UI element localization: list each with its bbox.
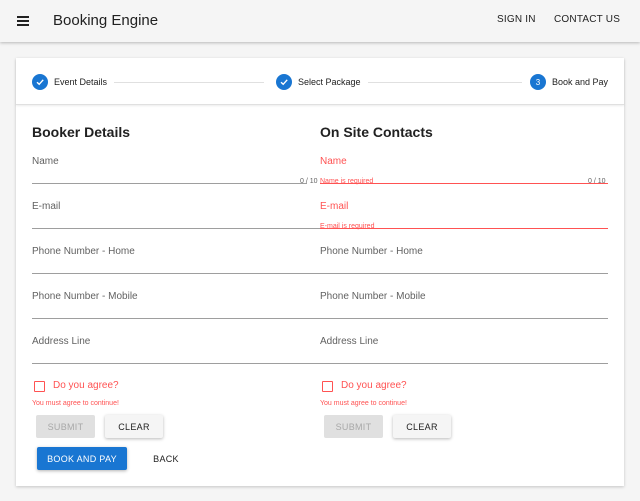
field-label: Address Line [320, 336, 379, 347]
onsite-submit-button[interactable]: SUBMIT [324, 415, 383, 438]
field-label: Phone Number - Mobile [320, 291, 426, 302]
booker-agree-error: You must agree to continue! [32, 400, 119, 407]
field-label: Phone Number - Home [320, 246, 423, 257]
booking-card: Event Details Select Package 3 Book and … [16, 58, 624, 486]
step-label: Select Package [298, 77, 361, 87]
onsite-agree-checkbox[interactable] [322, 381, 333, 392]
booker-address-field[interactable]: Address Line [32, 336, 320, 364]
booker-agree-checkbox[interactable] [34, 381, 45, 392]
field-label: E-mail [32, 201, 61, 212]
step-select-package[interactable]: Select Package [276, 73, 361, 91]
step-label: Event Details [54, 77, 108, 87]
field-label: Name [320, 156, 347, 167]
onsite-name-error: Name is required [320, 178, 374, 185]
booker-details-title: Booker Details [32, 124, 131, 140]
app-bar: Booking Engine SIGN IN CONTACT US [0, 0, 640, 42]
onsite-agree-label: Do you agree? [341, 380, 407, 391]
app-title: Booking Engine [53, 12, 159, 29]
back-button[interactable]: BACK [142, 447, 190, 470]
contact-us-button[interactable]: CONTACT US [554, 14, 620, 25]
booker-submit-button[interactable]: SUBMIT [36, 415, 95, 438]
step-label: Book and Pay [552, 77, 609, 87]
step-event-details[interactable]: Event Details [32, 73, 107, 91]
book-and-pay-button[interactable]: BOOK AND PAY [37, 447, 127, 470]
onsite-phone-mobile-field[interactable]: Phone Number - Mobile [320, 291, 608, 319]
booker-email-field[interactable]: E-mail [32, 201, 320, 229]
onsite-name-counter: 0 / 10 [588, 178, 606, 185]
step-divider [368, 82, 522, 83]
booker-name-counter: 0 / 10 [300, 178, 318, 185]
onsite-phone-home-field[interactable]: Phone Number - Home [320, 246, 608, 274]
field-label: Phone Number - Mobile [32, 291, 138, 302]
step-book-and-pay[interactable]: 3 Book and Pay [530, 73, 608, 91]
booker-agree-label: Do you agree? [53, 380, 119, 391]
check-icon [276, 74, 292, 90]
booker-phone-home-field[interactable]: Phone Number - Home [32, 246, 320, 274]
field-label: Phone Number - Home [32, 246, 135, 257]
booker-phone-mobile-field[interactable]: Phone Number - Mobile [32, 291, 320, 319]
step-divider [114, 82, 264, 83]
onsite-clear-button[interactable]: CLEAR [393, 415, 451, 438]
field-label: Name [32, 156, 59, 167]
stepper: Event Details Select Package 3 Book and … [16, 58, 624, 105]
onsite-agree-error: You must agree to continue! [320, 400, 407, 407]
menu-icon[interactable] [12, 11, 34, 31]
onsite-email-error: E-mail is required [320, 223, 375, 230]
field-label: E-mail [320, 201, 349, 212]
onsite-address-field[interactable]: Address Line [320, 336, 608, 364]
booker-clear-button[interactable]: CLEAR [105, 415, 163, 438]
on-site-contacts-title: On Site Contacts [320, 124, 433, 140]
check-icon [32, 74, 48, 90]
booker-name-field[interactable]: Name [32, 156, 307, 184]
step-number: 3 [530, 74, 546, 90]
sign-in-button[interactable]: SIGN IN [497, 14, 536, 25]
field-label: Address Line [32, 336, 91, 347]
